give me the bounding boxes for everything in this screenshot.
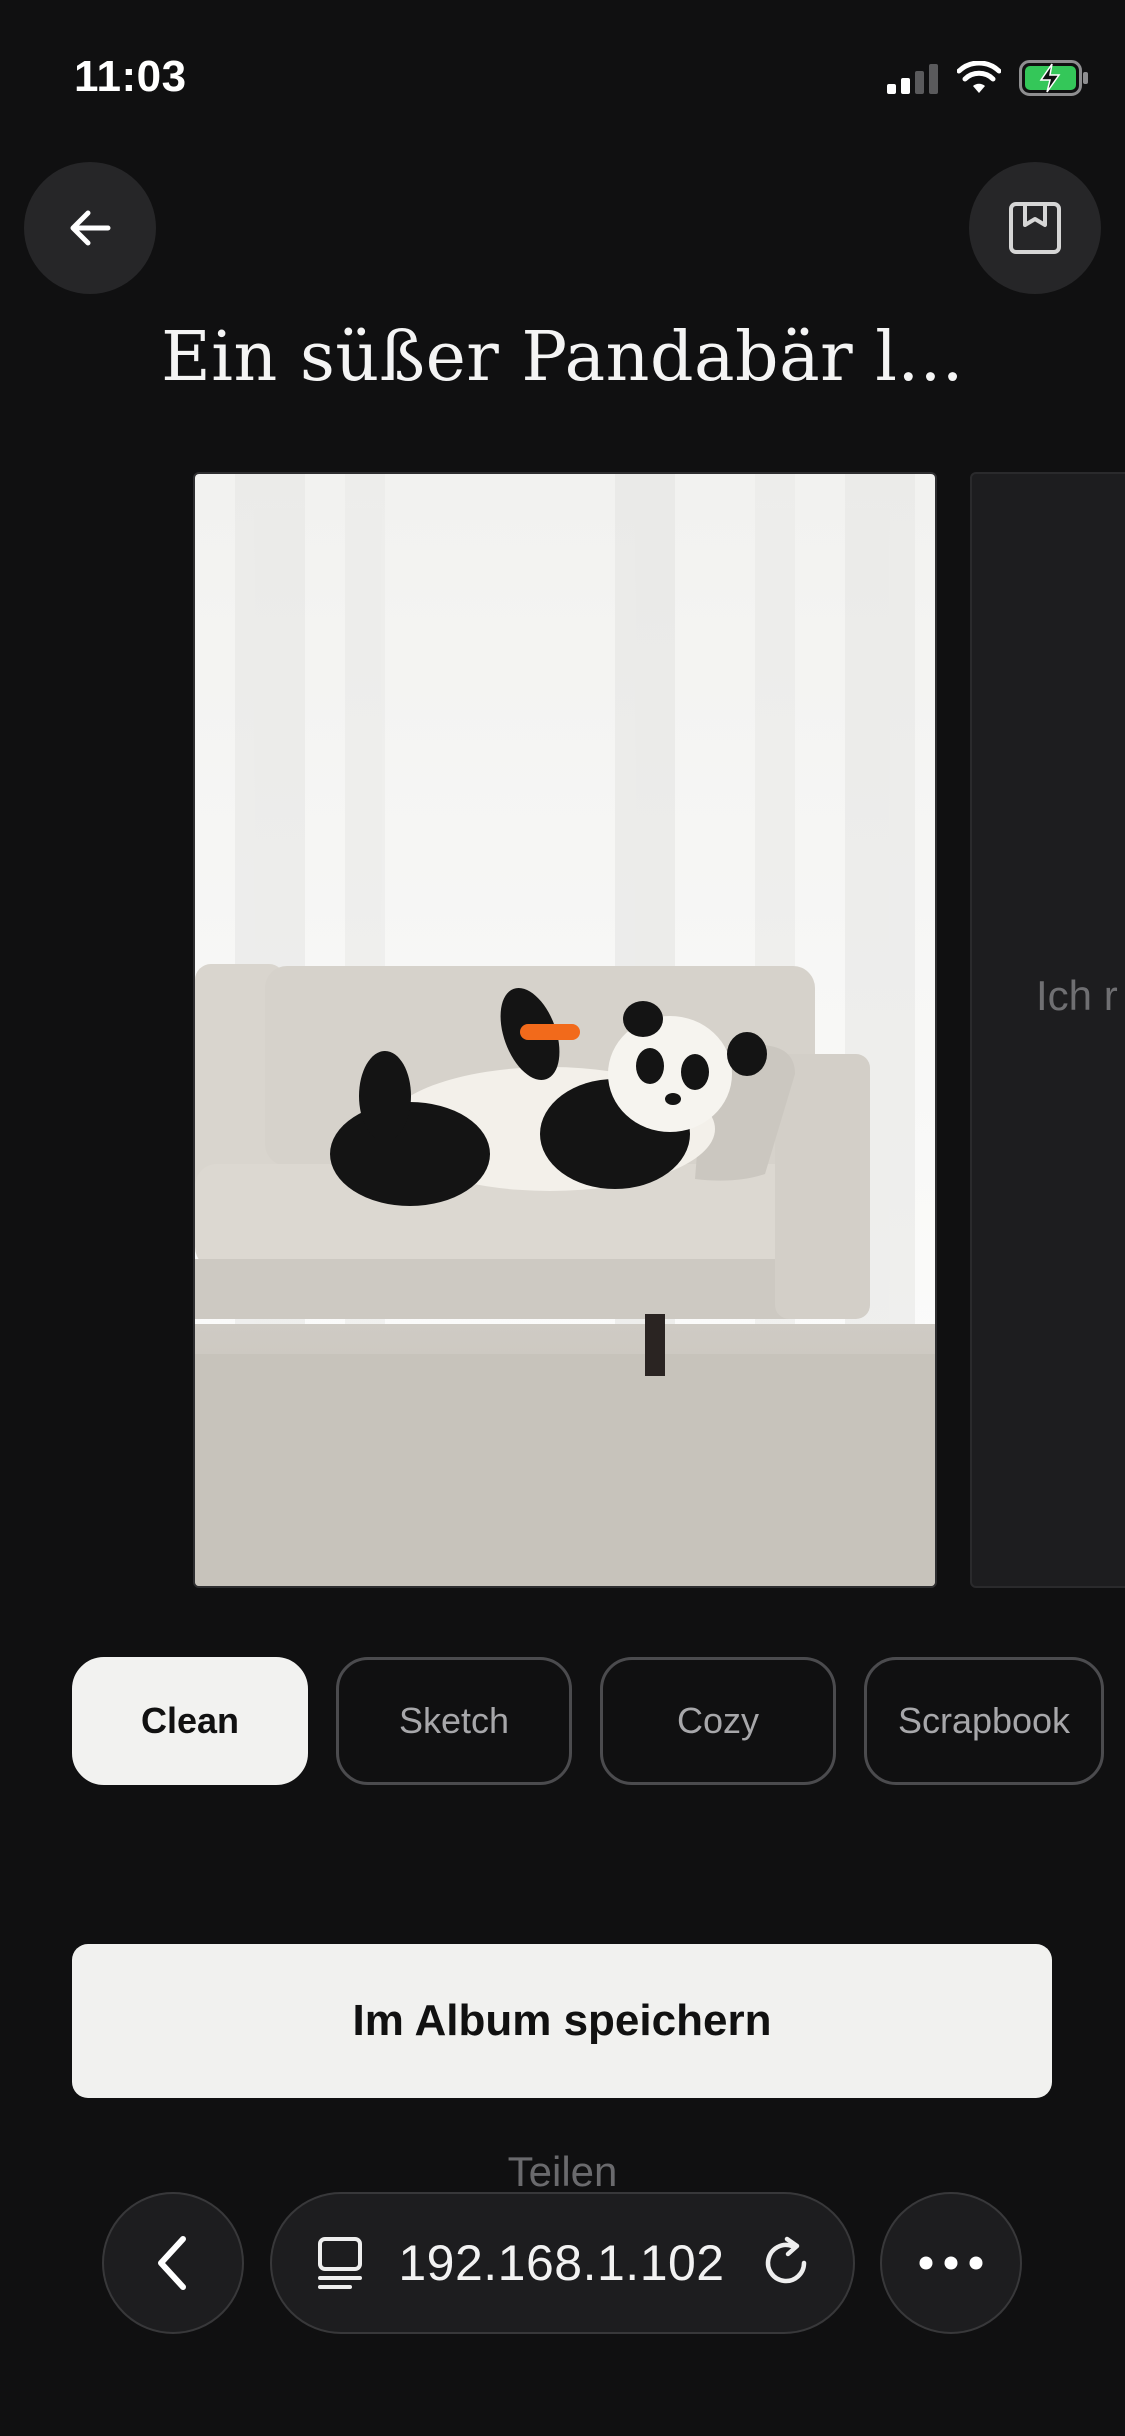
more-icon xyxy=(919,2256,983,2270)
style-chip-clean[interactable]: Clean xyxy=(72,1657,308,1785)
wifi-icon xyxy=(957,61,1001,93)
browser-back-button[interactable] xyxy=(102,2192,244,2334)
panda-illustration xyxy=(195,474,935,1586)
arrow-left-icon xyxy=(70,210,111,246)
server-icon xyxy=(318,2237,362,2289)
url-text: 192.168.1.102 xyxy=(398,2235,725,2291)
bookmark-button[interactable] xyxy=(969,162,1101,294)
style-chip-sketch[interactable]: Sketch xyxy=(336,1657,572,1785)
status-time: 11:03 xyxy=(74,52,187,101)
battery-charging-icon xyxy=(1019,60,1088,96)
save-to-album-button[interactable]: Im Album speichern xyxy=(72,1944,1052,2098)
url-bar[interactable]: 192.168.1.102 xyxy=(270,2192,855,2334)
share-button[interactable]: Teilen xyxy=(0,2148,1125,2196)
panda-on-sofa-image[interactable] xyxy=(193,472,937,1588)
style-chip-scrapbook[interactable]: Scrapbook xyxy=(864,1657,1104,1785)
status-icons xyxy=(887,60,1089,96)
style-chip-cozy[interactable]: Cozy xyxy=(600,1657,836,1785)
bookmark-icon xyxy=(1009,202,1061,254)
page-title: Ein süßer Pandabär l... xyxy=(161,318,964,397)
chevron-left-icon xyxy=(158,2236,186,2290)
more-button[interactable] xyxy=(880,2192,1022,2334)
next-card-text: Ich r xyxy=(1036,972,1118,1019)
back-button[interactable] xyxy=(24,162,156,294)
reload-icon[interactable] xyxy=(759,2236,813,2290)
signal-icon xyxy=(887,64,938,94)
next-card-preview[interactable] xyxy=(970,472,1125,1588)
